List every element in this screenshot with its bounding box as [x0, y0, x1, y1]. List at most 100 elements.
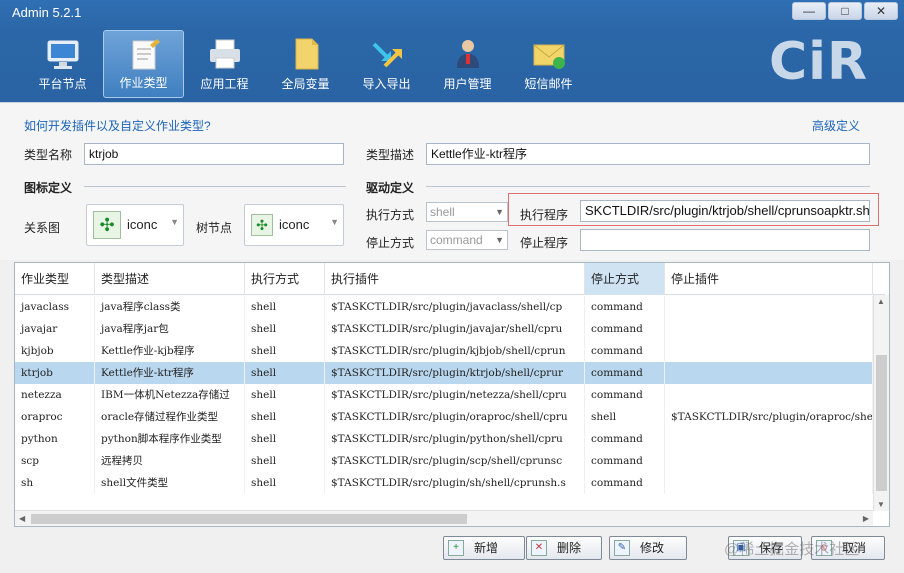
cell-type-desc: IBM一体机Netezza存储过 [95, 384, 245, 406]
type-desc-input[interactable]: Kettle作业-ktr程序 [426, 143, 870, 165]
stop-program-input[interactable] [580, 229, 870, 251]
cell-stop-mode: command [585, 318, 665, 340]
minimize-button[interactable]: — [792, 2, 826, 20]
col-header-exec-mode[interactable]: 执行方式 [245, 263, 325, 295]
col-header-job-type[interactable]: 作业类型 [15, 263, 95, 295]
relation-icon-select[interactable]: ✣ iconc ▼ [86, 204, 184, 246]
scroll-down-icon[interactable]: ▼ [877, 500, 885, 509]
scroll-right-icon[interactable]: ▶ [863, 514, 869, 523]
cell-exec-mode: shell [245, 450, 325, 472]
cell-type-desc: java程序jar包 [95, 318, 245, 340]
relation-label: 关系图 [24, 221, 61, 235]
cell-type-desc: 远程拷贝 [95, 450, 245, 472]
toolbar-sms-email[interactable]: 短信邮件 [508, 30, 589, 98]
toolbar-label: 作业类型 [119, 76, 168, 90]
tree-label: 树节点 [196, 221, 233, 235]
table-row[interactable]: javaclass java程序class类 shell $TASKCTLDIR/sr… [15, 296, 873, 318]
table-row[interactable]: python python脚本程序作业类型 shell $TASKCTLDIR/src… [15, 428, 873, 450]
table-row[interactable]: ktrjob Kettle作业-ktr程序 shell $TASKCTLDIR/src… [15, 362, 873, 384]
cell-exec-mode: shell [245, 384, 325, 406]
type-name-input[interactable]: ktrjob [84, 143, 344, 165]
watermark: @稀土掘金技术社区 [724, 541, 860, 558]
user-manager-icon [456, 40, 479, 68]
advanced-link[interactable]: 高级定义 [812, 117, 860, 134]
close-button[interactable]: ✕ [864, 2, 898, 20]
cell-exec-mode: shell [245, 406, 325, 428]
chevron-down-icon: ▼ [330, 217, 339, 227]
stop-mode-label: 停止方式 [366, 236, 415, 250]
relation-node-icon: ✣ [93, 211, 121, 239]
toolbar-job-types[interactable]: 作业类型 [103, 30, 184, 98]
toolbar-platform-nodes[interactable]: 平台节点 [22, 30, 103, 98]
delete-icon: ✕ [531, 540, 547, 556]
cell-stop-mode: command [585, 450, 665, 472]
exec-mode-select[interactable]: shell ▼ [426, 202, 508, 222]
col-header-type-desc[interactable]: 类型描述 [95, 263, 245, 295]
cell-job-type: sh [15, 472, 95, 494]
table-row[interactable]: kjbjob Kettle作业-kjb程序 shell $TASKCTLDIR/src… [15, 340, 873, 362]
table-row[interactable]: javajar java程序jar包 shell $TASKCTLDIR/src/pl… [15, 318, 873, 340]
toolbar-label: 短信邮件 [524, 77, 573, 91]
table-row[interactable]: sh shell文件类型 shell $TASKCTLDIR/src/plugin/s… [15, 472, 873, 494]
add-button[interactable]: + 新增 [443, 536, 525, 560]
cell-stop-plugin [665, 450, 873, 472]
cell-stop-mode: shell [585, 406, 665, 428]
cell-stop-mode: command [585, 296, 665, 318]
cir-logo: CiR [768, 32, 868, 92]
help-link[interactable]: 如何开发插件以及自定义作业类型? [24, 117, 211, 134]
table-row[interactable]: netezza IBM一体机Netezza存储过 shell $TASKCTLDIR/… [15, 384, 873, 406]
vertical-scroll-thumb[interactable] [876, 355, 887, 491]
toolbar-user-management[interactable]: 用户管理 [427, 30, 508, 98]
toolbar-global-variables[interactable]: 全局变量 [265, 30, 346, 98]
stop-program-label: 停止程序 [520, 236, 569, 250]
cell-exec-plugin: $TASKCTLDIR/src/plugin/kjbjob/shell/cpru… [325, 340, 585, 362]
cell-exec-mode: shell [245, 296, 325, 318]
cell-job-type: kjbjob [15, 340, 95, 362]
table-row[interactable]: oraproc oracle存储过程作业类型 shell $TASKCTLDIR/sr… [15, 406, 873, 428]
stop-mode-select[interactable]: command ▼ [426, 230, 508, 250]
add-button-label: 新增 [474, 541, 499, 555]
horizontal-scroll-thumb[interactable] [31, 514, 467, 524]
cell-stop-plugin: $TASKCTLDIR/src/plugin/oraproc/she [665, 406, 873, 428]
relation-icon-name: iconc [127, 217, 158, 232]
toolbar-app-projects[interactable]: 应用工程 [184, 30, 265, 98]
cell-stop-mode: command [585, 428, 665, 450]
col-header-stop-mode[interactable]: 停止方式 [585, 263, 665, 295]
window-title: Admin 5.2.1 [12, 5, 82, 20]
col-header-stop-plugin[interactable]: 停止插件 [665, 263, 873, 295]
cell-stop-plugin [665, 318, 873, 340]
modify-button-label: 修改 [640, 541, 665, 555]
document-icon [295, 38, 318, 70]
tree-node-icon: ✣ [251, 214, 273, 236]
driver-section-divider [426, 186, 870, 187]
cell-type-desc: oracle存储过程作业类型 [95, 406, 245, 428]
exec-program-label: 执行程序 [520, 208, 569, 222]
notepad-pencil-icon [132, 39, 160, 70]
cell-job-type: ktrjob [15, 362, 95, 384]
cell-exec-plugin: $TASKCTLDIR/src/plugin/scp/shell/cprunsc [325, 450, 585, 472]
scroll-left-icon[interactable]: ◀ [19, 514, 25, 523]
maximize-button[interactable]: □ [828, 2, 862, 20]
cell-stop-mode: command [585, 340, 665, 362]
title-bar: Admin 5.2.1 [0, 0, 904, 26]
table-row[interactable]: scp 远程拷贝 shell $TASKCTLDIR/src/plugin/scp/s… [15, 450, 873, 472]
tree-icon-select[interactable]: ✣ iconc ▼ [244, 204, 344, 246]
scroll-up-icon[interactable]: ▲ [877, 297, 885, 306]
vertical-scrollbar[interactable]: ▲ ▼ [873, 295, 889, 511]
exec-program-input[interactable]: SKCTLDIR/src/plugin/ktrjob/shell/cprunso… [580, 200, 870, 222]
toolbar-import-export[interactable]: 导入导出 [346, 30, 427, 98]
cell-stop-plugin [665, 428, 873, 450]
monitor-icon [47, 40, 78, 69]
delete-button[interactable]: ✕ 删除 [526, 536, 602, 560]
cell-stop-mode: command [585, 472, 665, 494]
col-header-exec-plugin[interactable]: 执行插件 [325, 263, 585, 295]
icon-section-title: 图标定义 [24, 181, 73, 195]
cell-exec-plugin: $TASKCTLDIR/src/plugin/python/shell/cpru [325, 428, 585, 450]
cell-stop-mode: command [585, 362, 665, 384]
chevron-down-icon: ▼ [495, 235, 504, 245]
modify-button[interactable]: ✎ 修改 [609, 536, 687, 560]
cell-exec-plugin: $TASKCTLDIR/src/plugin/javaclass/shell/c… [325, 296, 585, 318]
horizontal-scrollbar[interactable]: ◀ ▶ [15, 510, 873, 526]
type-name-label: 类型名称 [24, 148, 73, 162]
cell-stop-mode: command [585, 384, 665, 406]
